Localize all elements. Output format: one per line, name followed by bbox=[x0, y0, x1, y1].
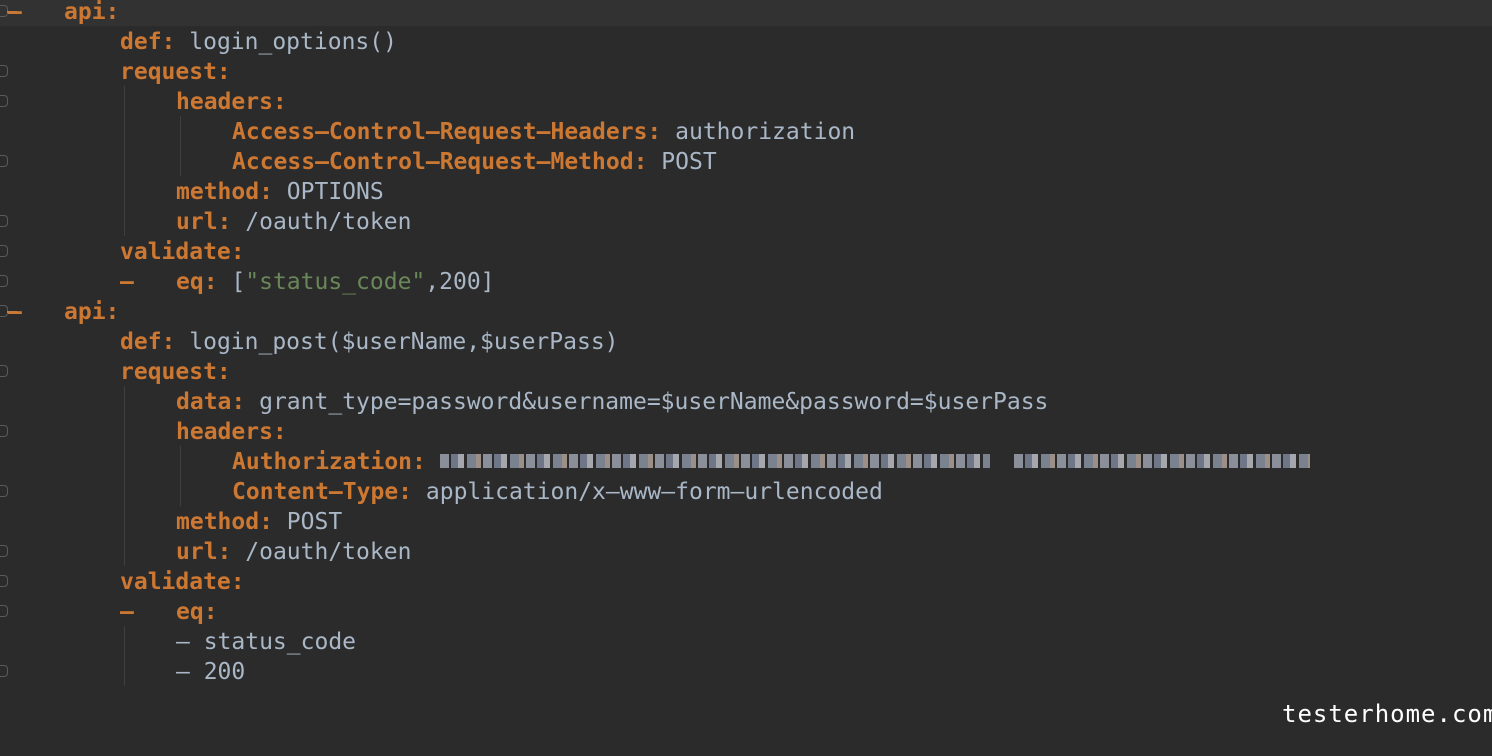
yaml-key: eq: bbox=[176, 599, 218, 625]
code-line[interactable]: validate: bbox=[120, 567, 245, 597]
code-line[interactable]: Access–Control–Request–Headers: authoriz… bbox=[232, 117, 855, 147]
fold-collapse-icon[interactable] bbox=[0, 5, 17, 17]
yaml-key: request: bbox=[120, 359, 231, 385]
yaml-key: data: bbox=[176, 389, 246, 415]
code-line[interactable]: – bbox=[120, 267, 134, 297]
fold-dash: – bbox=[8, 0, 22, 25]
yaml-key: api: bbox=[64, 0, 120, 25]
string-literal: "status_code" bbox=[245, 269, 426, 295]
current-line-highlight bbox=[0, 0, 1492, 26]
list-dash: – bbox=[120, 599, 134, 625]
code-line[interactable]: request: bbox=[120, 57, 231, 87]
fold-end-icon[interactable] bbox=[0, 545, 8, 557]
indent-guide bbox=[180, 116, 181, 176]
fold-end-icon[interactable] bbox=[0, 665, 8, 677]
fold-dash: – bbox=[8, 299, 22, 325]
yaml-value: grant_type=password&username=$userName&p… bbox=[259, 389, 1049, 415]
code-line[interactable]: Access–Control–Request–Method: POST bbox=[232, 147, 717, 177]
fold-marker-icon[interactable] bbox=[0, 95, 8, 107]
indent-guide bbox=[124, 86, 125, 236]
fold-end-icon[interactable] bbox=[0, 155, 8, 167]
code-line[interactable]: validate: bbox=[120, 237, 245, 267]
fold-end-icon[interactable] bbox=[0, 215, 8, 227]
yaml-key: headers: bbox=[176, 89, 287, 115]
code-line[interactable]: – status_code bbox=[176, 627, 356, 657]
yaml-key: eq: bbox=[176, 269, 218, 295]
yaml-key: request: bbox=[120, 59, 231, 85]
code-line[interactable]: – 200 bbox=[176, 657, 245, 687]
yaml-list-item: – status_code bbox=[176, 629, 357, 655]
code-line[interactable]: url: /oauth/token bbox=[176, 207, 411, 237]
code-line[interactable]: Authorization: bbox=[232, 447, 1310, 477]
yaml-key: method: bbox=[176, 179, 273, 205]
yaml-value: POST bbox=[286, 509, 343, 535]
code-line[interactable]: – bbox=[120, 597, 134, 627]
yaml-key: url: bbox=[176, 209, 232, 235]
yaml-value: authorization bbox=[675, 119, 856, 145]
yaml-key: api: bbox=[64, 299, 120, 325]
editor-gutter bbox=[0, 0, 17, 756]
yaml-key: validate: bbox=[120, 569, 245, 595]
yaml-value: login_post($userName,$userPass) bbox=[189, 329, 619, 355]
code-line[interactable]: request: bbox=[120, 357, 231, 387]
yaml-key: method: bbox=[176, 509, 273, 535]
yaml-key: Access–Control–Request–Headers: bbox=[232, 119, 662, 145]
yaml-value: ,200] bbox=[425, 269, 495, 295]
list-dash: – bbox=[120, 269, 134, 295]
fold-marker-icon[interactable] bbox=[0, 245, 8, 257]
yaml-value: /oauth/token bbox=[245, 209, 412, 235]
fold-marker-icon[interactable] bbox=[0, 425, 8, 437]
yaml-value: POST bbox=[661, 149, 717, 175]
indent-guide bbox=[124, 386, 125, 566]
code-line[interactable]: eq: ["status_code",200] bbox=[176, 267, 495, 297]
yaml-value: /oauth/token bbox=[245, 539, 412, 565]
indent-guide bbox=[124, 626, 125, 686]
indent-guide bbox=[180, 446, 181, 506]
fold-collapse-icon[interactable] bbox=[0, 305, 17, 317]
redacted-token bbox=[1013, 453, 1310, 468]
bracket: [ bbox=[231, 269, 246, 295]
yaml-value: OPTIONS bbox=[286, 179, 384, 205]
yaml-value: login_options() bbox=[189, 29, 397, 55]
fold-end-icon[interactable] bbox=[0, 485, 8, 497]
code-editor[interactable]: – api: def: login_options() request: hea… bbox=[0, 0, 1492, 756]
code-line[interactable]: method: POST bbox=[176, 507, 342, 537]
code-line[interactable]: def: login_options() bbox=[120, 27, 397, 57]
code-line[interactable]: url: /oauth/token bbox=[176, 537, 411, 567]
yaml-key: Content–Type: bbox=[232, 479, 413, 505]
yaml-key: url: bbox=[176, 539, 232, 565]
fold-marker-icon[interactable] bbox=[0, 65, 8, 77]
code-line[interactable]: def: login_post($userName,$userPass) bbox=[120, 327, 619, 357]
yaml-key: def: bbox=[120, 329, 176, 355]
yaml-key: validate: bbox=[120, 239, 245, 265]
code-line[interactable]: – bbox=[8, 297, 22, 327]
code-line[interactable]: api: bbox=[64, 0, 119, 27]
code-line[interactable]: – bbox=[8, 0, 22, 27]
code-line[interactable]: headers: bbox=[176, 87, 287, 117]
yaml-key: Access–Control–Request–Method: bbox=[232, 149, 648, 175]
watermark: testerhome.com bbox=[1282, 700, 1492, 728]
fold-end-icon[interactable] bbox=[0, 275, 8, 287]
code-line[interactable]: eq: bbox=[176, 597, 218, 627]
yaml-key: Authorization: bbox=[232, 449, 426, 475]
yaml-key: def: bbox=[120, 29, 176, 55]
fold-marker-icon[interactable] bbox=[0, 365, 8, 377]
code-line[interactable]: data: grant_type=password&username=$user… bbox=[176, 387, 1048, 417]
code-line[interactable]: method: OPTIONS bbox=[176, 177, 384, 207]
code-line[interactable]: Content–Type: application/x–www–form–url… bbox=[232, 477, 883, 507]
code-line[interactable]: headers: bbox=[176, 417, 287, 447]
yaml-value: application/x–www–form–urlencoded bbox=[425, 479, 883, 505]
redacted-token bbox=[439, 453, 990, 468]
yaml-key: headers: bbox=[176, 419, 287, 445]
fold-marker-icon[interactable] bbox=[0, 575, 8, 587]
yaml-list-item: – 200 bbox=[176, 659, 246, 685]
code-line[interactable]: api: bbox=[64, 297, 119, 327]
fold-marker-icon[interactable] bbox=[0, 605, 8, 617]
